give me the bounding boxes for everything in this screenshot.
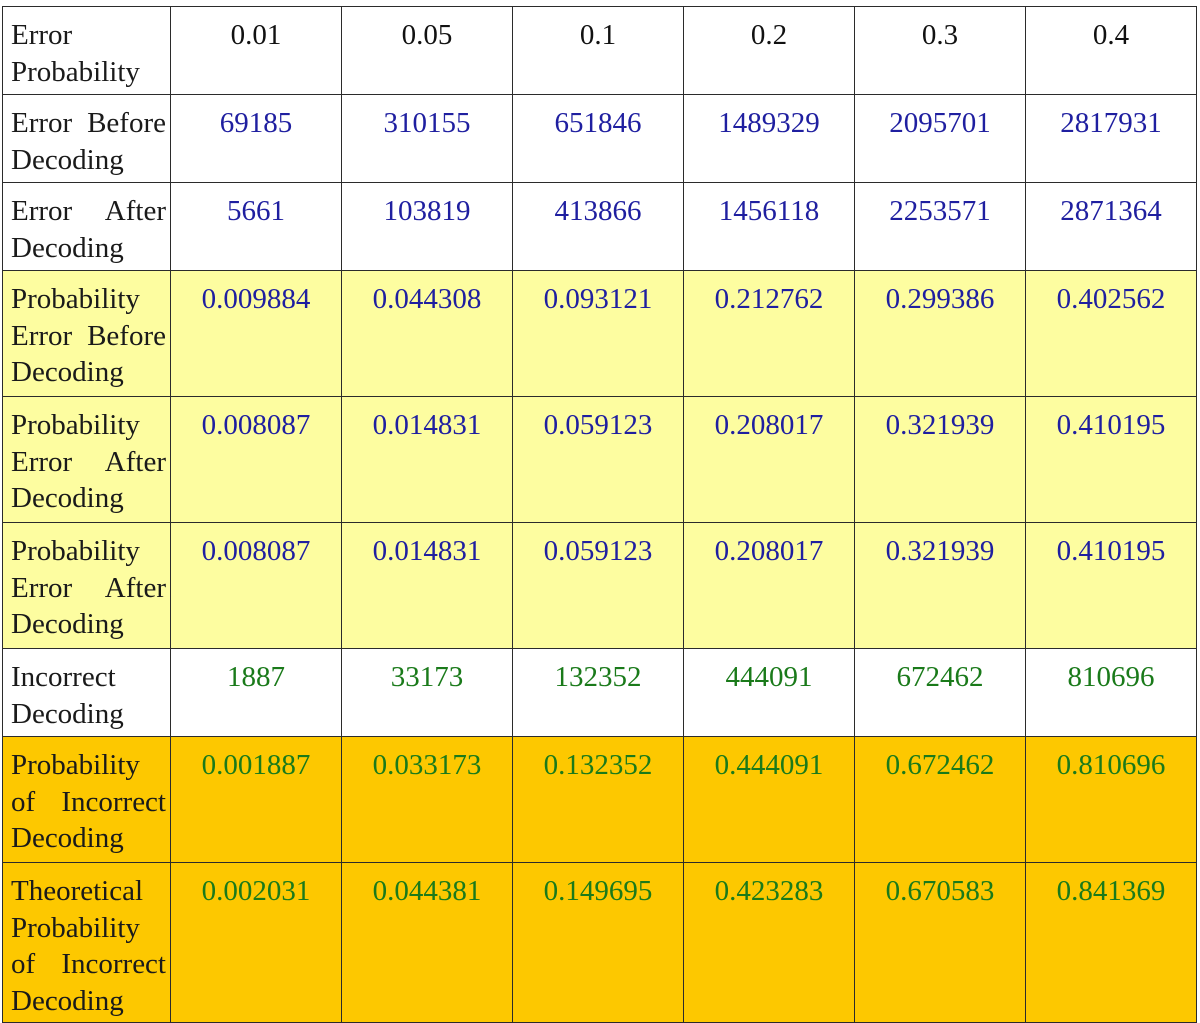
table-row-theoretical-prob: Theoretical Probability of Incorrect Dec… bbox=[2, 862, 1197, 1023]
table-cell: 0.670583 bbox=[854, 862, 1026, 1023]
row-label: Error Before Decoding bbox=[2, 94, 171, 183]
table-cell: 444091 bbox=[683, 648, 855, 737]
table-cell: 0.093121 bbox=[512, 270, 684, 397]
row-label: Probability Error After Decoding bbox=[2, 522, 171, 649]
table-cell: 0.208017 bbox=[683, 396, 855, 523]
table-cell: 5661 bbox=[170, 182, 342, 271]
table-cell: 0.044308 bbox=[341, 270, 513, 397]
table-cell: 1887 bbox=[170, 648, 342, 737]
table-cell: 672462 bbox=[854, 648, 1026, 737]
table-cell: 0.132352 bbox=[512, 736, 684, 863]
table-row-error-after: Error After Decoding 5661 103819 413866 … bbox=[2, 182, 1197, 271]
table-cell: 2871364 bbox=[1025, 182, 1197, 271]
table-row-incorrect-decoding: Incorrect Decoding 1887 33173 132352 444… bbox=[2, 648, 1197, 737]
header-value: 0.4 bbox=[1025, 6, 1197, 95]
table-cell: 33173 bbox=[341, 648, 513, 737]
table-cell: 0.059123 bbox=[512, 396, 684, 523]
table-cell: 413866 bbox=[512, 182, 684, 271]
row-label: Probability of Incorrect Decoding bbox=[2, 736, 171, 863]
table-cell: 132352 bbox=[512, 648, 684, 737]
table-row-prob-incorrect: Probability of Incorrect Decoding 0.0018… bbox=[2, 736, 1197, 863]
table-cell: 310155 bbox=[341, 94, 513, 183]
table-cell: 0.059123 bbox=[512, 522, 684, 649]
table-cell: 0.009884 bbox=[170, 270, 342, 397]
table-cell: 0.299386 bbox=[854, 270, 1026, 397]
table-cell: 0.321939 bbox=[854, 522, 1026, 649]
table-cell: 2095701 bbox=[854, 94, 1026, 183]
row-label: Incorrect Decoding bbox=[2, 648, 171, 737]
table-cell: 2817931 bbox=[1025, 94, 1197, 183]
table-cell: 0.149695 bbox=[512, 862, 684, 1023]
table-cell: 810696 bbox=[1025, 648, 1197, 737]
row-label: Error After Decoding bbox=[2, 182, 171, 271]
header-value: 0.1 bbox=[512, 6, 684, 95]
table-cell: 0.810696 bbox=[1025, 736, 1197, 863]
row-label: Theoretical Probability of Incorrect Dec… bbox=[2, 862, 171, 1023]
table-cell: 0.321939 bbox=[854, 396, 1026, 523]
header-value: 0.3 bbox=[854, 6, 1026, 95]
row-label: Probability Error After Decoding bbox=[2, 396, 171, 523]
table-cell: 0.208017 bbox=[683, 522, 855, 649]
table-cell: 0.672462 bbox=[854, 736, 1026, 863]
table-cell: 651846 bbox=[512, 94, 684, 183]
table-cell: 0.033173 bbox=[341, 736, 513, 863]
table-row-prob-error-before: Probability Error Before Decoding 0.0098… bbox=[2, 270, 1197, 397]
table-row-error-before: Error Before Decoding 69185 310155 65184… bbox=[2, 94, 1197, 183]
table-cell: 1456118 bbox=[683, 182, 855, 271]
header-value: 0.01 bbox=[170, 6, 342, 95]
table-cell: 0.444091 bbox=[683, 736, 855, 863]
header-value: 0.2 bbox=[683, 6, 855, 95]
table-cell: 0.410195 bbox=[1025, 396, 1197, 523]
table-cell: 0.841369 bbox=[1025, 862, 1197, 1023]
header-row: Error Probability 0.01 0.05 0.1 0.2 0.3 … bbox=[2, 6, 1197, 95]
table-cell: 0.014831 bbox=[341, 396, 513, 523]
table-cell: 1489329 bbox=[683, 94, 855, 183]
row-label: Probability Error Before Decoding bbox=[2, 270, 171, 397]
table-row-prob-error-after-2: Probability Error After Decoding 0.00808… bbox=[2, 522, 1197, 649]
table-cell: 0.008087 bbox=[170, 396, 342, 523]
results-table: Error Probability 0.01 0.05 0.1 0.2 0.3 … bbox=[2, 6, 1197, 1023]
table-cell: 69185 bbox=[170, 94, 342, 183]
header-value: 0.05 bbox=[341, 6, 513, 95]
table-cell: 0.410195 bbox=[1025, 522, 1197, 649]
table-cell: 103819 bbox=[341, 182, 513, 271]
table-cell: 0.402562 bbox=[1025, 270, 1197, 397]
table-cell: 0.001887 bbox=[170, 736, 342, 863]
table-cell: 0.014831 bbox=[341, 522, 513, 649]
table-cell: 0.002031 bbox=[170, 862, 342, 1023]
table-cell: 0.008087 bbox=[170, 522, 342, 649]
header-label: Error Probability bbox=[2, 6, 171, 95]
table-cell: 0.212762 bbox=[683, 270, 855, 397]
table-row-prob-error-after: Probability Error After Decoding 0.00808… bbox=[2, 396, 1197, 523]
table-cell: 2253571 bbox=[854, 182, 1026, 271]
table-cell: 0.423283 bbox=[683, 862, 855, 1023]
table-cell: 0.044381 bbox=[341, 862, 513, 1023]
